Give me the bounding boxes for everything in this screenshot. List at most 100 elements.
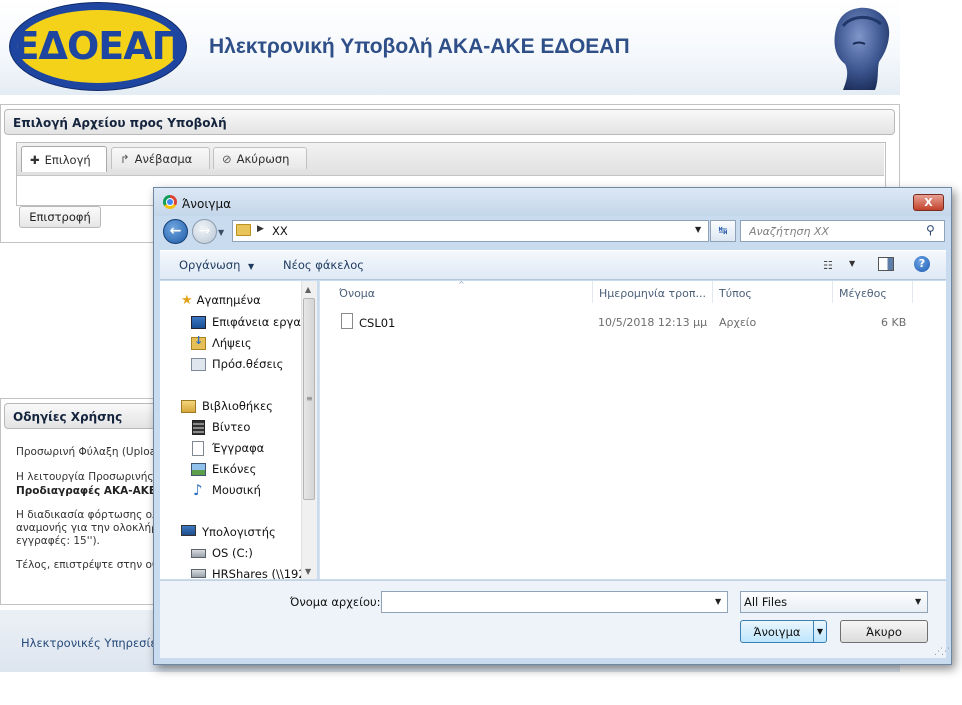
- file-size: 6 KB: [881, 316, 907, 329]
- folder-icon: [236, 224, 251, 236]
- column-divider[interactable]: [832, 281, 833, 303]
- logo-text: ΕΔΟΕΑΠ: [13, 24, 184, 68]
- instruction-line: Προσωρινή Φύλαξη (Upload): [16, 446, 167, 458]
- filename-label: Όνομα αρχείου:: [290, 595, 381, 609]
- nav-item-label: Επιφάνεια εργασ: [212, 315, 309, 329]
- search-icon[interactable]: ⚲: [926, 223, 935, 237]
- file-type-filter-value: All Files: [744, 595, 788, 609]
- chrome-icon: [163, 195, 177, 209]
- documents-icon: [192, 441, 204, 456]
- footer-link[interactable]: Ηλεκτρονικές Υπηρεσίε: [21, 636, 157, 650]
- plus-icon: ✚: [30, 153, 40, 167]
- close-icon[interactable]: X: [913, 194, 944, 211]
- view-dropdown-icon[interactable]: ▼: [849, 259, 855, 268]
- organize-menu[interactable]: Οργάνωση ▼: [179, 258, 254, 272]
- nav-item-label: Λήψεις: [212, 336, 252, 350]
- dialog-titlebar[interactable]: [154, 188, 951, 216]
- nav-item-network-drive[interactable]: HRShares (\\192.1: [191, 567, 317, 581]
- file-type: Αρχείο: [719, 316, 757, 329]
- instruction-line: Η διαδικασία φόρτωσης ολοκ: [16, 509, 171, 521]
- back-button[interactable]: Επιστροφή: [19, 206, 101, 228]
- nav-item-label: Εικόνες: [212, 462, 257, 476]
- search-input[interactable]: [740, 220, 945, 242]
- cancel-button[interactable]: Άκυρο: [840, 620, 928, 643]
- instruction-line: Η λειτουργία Προσωρινής Φ: [16, 471, 166, 483]
- upload-arrow-icon: ↱: [120, 152, 130, 166]
- filename-input[interactable]: [381, 591, 728, 613]
- hard-drive-icon: [191, 549, 206, 558]
- column-divider[interactable]: [912, 281, 913, 303]
- preview-pane-icon[interactable]: [878, 257, 894, 271]
- nav-item-label: Έγγραφα: [212, 441, 265, 455]
- file-date: 10/5/2018 12:13 μμ: [598, 316, 708, 329]
- address-bar[interactable]: [232, 220, 709, 242]
- file-name[interactable]: CSL01: [359, 316, 395, 330]
- scroll-up-icon[interactable]: ▲: [305, 285, 311, 294]
- view-options-icon[interactable]: ☷: [823, 259, 833, 272]
- resize-grip-icon[interactable]: ⋰⋰: [934, 647, 950, 657]
- nav-item-videos[interactable]: Βίντεο: [191, 420, 251, 435]
- filename-dropdown-icon[interactable]: ▼: [715, 597, 721, 606]
- computer-icon: [181, 525, 196, 536]
- new-folder-button[interactable]: Νέος φάκελος: [283, 258, 364, 272]
- forward-arrow-icon[interactable]: →: [192, 219, 217, 244]
- column-header-name[interactable]: Όνομα: [339, 287, 375, 300]
- help-icon[interactable]: ?: [914, 256, 930, 272]
- cancel-circle-icon: ⊘: [222, 152, 232, 166]
- file-icon: [341, 313, 353, 329]
- column-header-type[interactable]: Τύπος: [719, 287, 752, 300]
- statue-head-image: [834, 7, 890, 90]
- recent-locations-chevron-icon[interactable]: ▼: [218, 228, 224, 237]
- address-dropdown-icon[interactable]: ▼: [695, 225, 701, 234]
- nav-computer-label: Υπολογιστής: [202, 525, 276, 539]
- nav-computer[interactable]: Υπολογιστής: [181, 525, 276, 539]
- nav-libraries-label: Βιβλιοθήκες: [202, 399, 273, 413]
- nav-libraries[interactable]: Βιβλιοθήκες: [181, 399, 273, 413]
- breadcrumb-folder[interactable]: XX: [272, 224, 288, 238]
- open-button[interactable]: Άνοιγμα: [740, 620, 813, 643]
- refresh-icon[interactable]: ↹: [710, 220, 736, 242]
- file-select-heading: Επιλογή Αρχείου προς Υποβολή: [4, 109, 895, 135]
- select-file-label: Επιλογή: [44, 153, 91, 167]
- upload-button[interactable]: ↱ Ανέβασμα: [111, 147, 210, 169]
- nav-item-music[interactable]: ♪ Μουσική: [191, 481, 261, 499]
- scroll-down-icon[interactable]: ▼: [305, 567, 311, 576]
- network-drive-icon: [191, 569, 206, 578]
- scroll-grip-icon: ≡: [306, 394, 313, 403]
- column-divider[interactable]: [592, 281, 593, 303]
- nav-item-documents[interactable]: Έγγραφα: [191, 441, 265, 456]
- nav-item-label: OS (C:): [212, 546, 253, 560]
- instruction-line-bold: Προδιαγραφές ΑΚΑ-ΑΚΕ.: [16, 485, 161, 497]
- dialog-title: Άνοιγμα: [182, 197, 232, 211]
- chevron-down-icon: ▼: [248, 262, 255, 271]
- nav-item-desktop[interactable]: Επιφάνεια εργασ: [191, 315, 308, 329]
- nav-item-label: Βίντεο: [212, 420, 251, 434]
- nav-item-recent[interactable]: Πρόσ.θέσεις: [191, 357, 283, 371]
- breadcrumb-arrow-icon[interactable]: ▶: [257, 224, 264, 234]
- sort-caret-icon: ^: [458, 280, 465, 289]
- column-header-date[interactable]: Ημερομηνία τροπ...: [599, 287, 706, 300]
- download-arrow-icon: ↓: [194, 334, 204, 347]
- nav-item-pictures[interactable]: Εικόνες: [191, 462, 256, 476]
- filter-dropdown-icon[interactable]: ▼: [915, 597, 921, 606]
- instruction-line: Τέλος, επιστρέψτε στην οθό: [16, 559, 165, 571]
- back-arrow-icon[interactable]: ←: [163, 219, 188, 244]
- cancel-upload-button[interactable]: ⊘ Ακύρωση: [213, 147, 307, 169]
- video-icon: [192, 420, 205, 435]
- nav-item-label: Μουσική: [212, 483, 261, 497]
- column-divider[interactable]: [712, 281, 713, 303]
- column-header-size[interactable]: Μέγεθος: [839, 287, 887, 300]
- nav-item-label: Πρόσ.θέσεις: [212, 357, 284, 371]
- libraries-icon: [181, 400, 196, 413]
- nav-favorites[interactable]: ★ Αγαπημένα: [181, 293, 261, 308]
- open-options-dropdown-icon[interactable]: ▼: [813, 620, 827, 643]
- page-title: Ηλεκτρονική Υποβολή ΑΚΑ-ΑΚΕ ΕΔΟΕΑΠ: [209, 35, 630, 58]
- nav-item-drive-c[interactable]: OS (C:): [191, 546, 253, 560]
- star-icon: ★: [181, 293, 193, 308]
- select-file-button[interactable]: ✚ Επιλογή: [21, 146, 107, 172]
- nav-item-downloads[interactable]: ↓ Λήψεις: [191, 334, 252, 350]
- upload-label: Ανέβασμα: [134, 152, 193, 166]
- cancel-upload-label: Ακύρωση: [236, 152, 290, 166]
- desktop-icon: [191, 316, 206, 329]
- recent-places-icon: [191, 358, 206, 371]
